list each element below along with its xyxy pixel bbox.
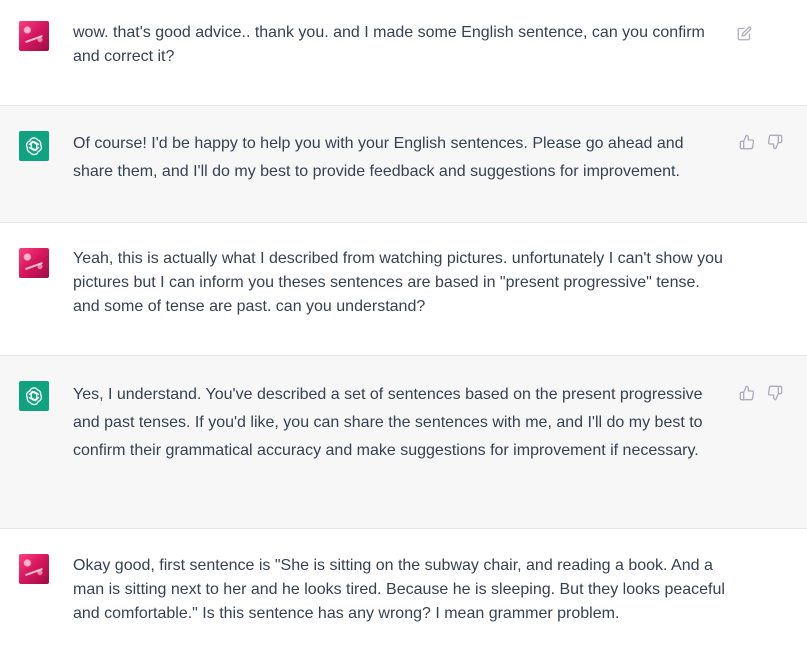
user-avatar [19,21,49,51]
thumbs-up-icon[interactable] [739,134,755,150]
assistant-message: Yes, I understand. You've described a se… [0,356,807,529]
thumbs-up-icon[interactable] [739,385,755,401]
message-text: Yeah, this is actually what I described … [73,250,723,315]
feedback-actions [739,134,783,150]
message-text: Okay good, first sentence is "She is sit… [73,557,725,622]
assistant-message: Of course! I'd be happy to help you with… [0,106,807,223]
user-avatar [19,554,49,584]
user-message: Yeah, this is actually what I described … [0,223,807,356]
user-avatar [19,248,49,278]
user-message: wow. that's good advice.. thank you. and… [0,0,807,106]
user-message: Okay good, first sentence is "She is sit… [0,529,807,658]
thumbs-down-icon[interactable] [767,134,783,150]
message-text: Yes, I understand. You've described a se… [73,386,703,459]
conversation-thread: wow. that's good advice.. thank you. and… [0,0,807,658]
message-text: wow. that's good advice.. thank you. and… [73,24,705,65]
feedback-actions [739,385,783,401]
chatgpt-logo-icon [19,381,49,411]
chatgpt-logo-icon [19,131,49,161]
edit-icon[interactable] [736,25,752,41]
message-text: Of course! I'd be happy to help you with… [73,135,684,180]
thumbs-down-icon[interactable] [767,385,783,401]
message-actions [736,25,752,41]
